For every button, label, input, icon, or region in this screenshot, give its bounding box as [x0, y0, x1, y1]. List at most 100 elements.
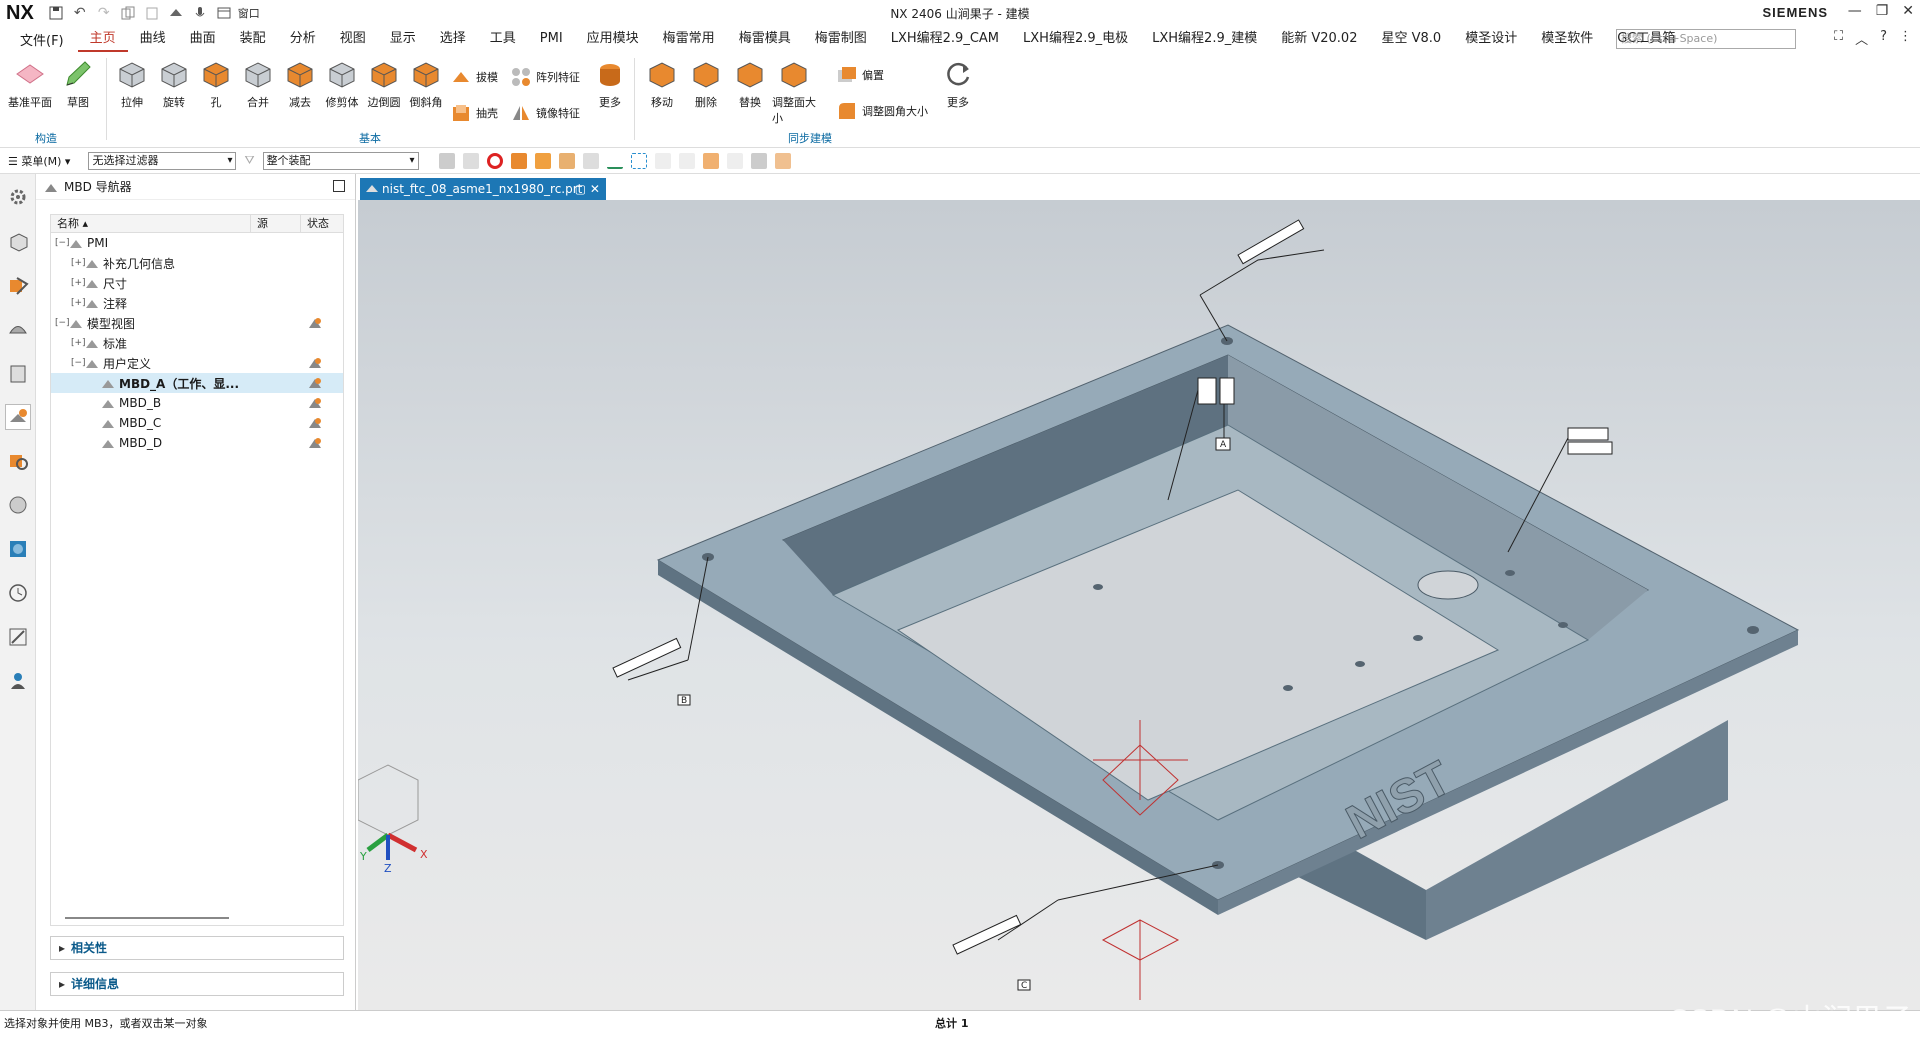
resize-face-button[interactable]: 调整面大小 — [772, 58, 816, 126]
menu-tab-6[interactable]: 显示 — [378, 26, 428, 52]
datum-plane-button[interactable]: 基准平面 — [8, 58, 52, 110]
filter-icon[interactable]: ⛛ — [244, 153, 254, 168]
move-face-button[interactable]: 移动 — [640, 58, 684, 110]
menu-tab-11[interactable]: 梅雷常用 — [651, 26, 727, 52]
close-icon[interactable]: ✕ — [1902, 3, 1914, 19]
tree-row[interactable]: [−] PMI — [51, 233, 343, 253]
expand-toggle-icon[interactable]: [+] — [71, 258, 86, 268]
menu-tab-4[interactable]: 分析 — [278, 26, 328, 52]
menu-tab-3[interactable]: 装配 — [228, 26, 278, 52]
snap-more-icon[interactable] — [726, 152, 743, 169]
menu-button[interactable]: ☰ 菜单(M) ▾ — [0, 153, 78, 169]
mbd-navigator-icon[interactable] — [4, 404, 31, 430]
expand-toggle-icon[interactable]: [−] — [71, 358, 86, 368]
palette-icon[interactable] — [5, 536, 31, 562]
draft-button[interactable]: 拔模 — [450, 66, 498, 88]
undo-icon[interactable]: ↶ — [70, 3, 90, 23]
selection-scope-dropdown[interactable]: 整个装配 — [262, 151, 419, 170]
snap-mid-icon[interactable] — [678, 152, 695, 169]
web-browser-icon[interactable] — [5, 492, 31, 518]
unite-button[interactable]: 合并 — [236, 58, 280, 110]
hole-button[interactable]: 孔 — [194, 58, 238, 110]
document-tab[interactable]: nist_ftc_08_asme1_nx1980_rc.prt ▢ ✕ — [360, 178, 606, 200]
sketch-button[interactable]: 草图 — [56, 58, 100, 110]
file-menu[interactable]: 文件(F) — [0, 30, 78, 49]
snap-point-icon[interactable] — [630, 152, 647, 169]
collapse-ribbon-icon[interactable]: ︿ — [1855, 29, 1868, 48]
select-icon[interactable] — [438, 152, 455, 169]
pattern-feature-button[interactable]: 阵列特征 — [510, 66, 580, 88]
extrude-button[interactable]: 拉伸 — [110, 58, 154, 110]
menu-tab-14[interactable]: LXH编程2.9_CAM — [879, 26, 1011, 52]
menu-tab-9[interactable]: PMI — [528, 26, 575, 52]
role-icon[interactable] — [5, 668, 31, 694]
body-filter-icon[interactable] — [558, 152, 575, 169]
component-filter-icon[interactable] — [582, 152, 599, 169]
window-icon[interactable] — [214, 3, 234, 23]
select-all-icon[interactable] — [462, 152, 479, 169]
save-icon[interactable] — [46, 3, 66, 23]
menu-tab-1[interactable]: 曲线 — [128, 26, 178, 52]
revolve-button[interactable]: 旋转 — [152, 58, 196, 110]
selection-filter-dropdown[interactable]: 无选择过滤器 — [88, 151, 237, 170]
menu-tab-20[interactable]: 模圣软件 — [1529, 26, 1605, 52]
window-menu-label[interactable]: 窗口 — [238, 5, 260, 21]
maximize-panel-icon[interactable] — [333, 180, 345, 192]
expand-toggle-icon[interactable]: [+] — [71, 338, 86, 348]
column-source[interactable]: 源 — [251, 215, 301, 232]
horizontal-scrollbar[interactable] — [65, 917, 229, 919]
sync-more-button[interactable]: 更多 — [936, 58, 980, 110]
expand-toggle-icon[interactable]: [+] — [71, 278, 86, 288]
paste-icon[interactable] — [142, 3, 162, 23]
details-panel[interactable]: 详细信息 — [50, 972, 344, 996]
trim-body-button[interactable]: 修剪体 — [320, 58, 364, 110]
graphics-window[interactable]: NIST A B C Y X Z — [357, 200, 1920, 1010]
menu-tab-18[interactable]: 星空 V8.0 — [1369, 26, 1453, 52]
more-icon[interactable]: ⋮ — [1899, 29, 1912, 48]
snap-icon[interactable] — [166, 3, 186, 23]
settings-gear-icon[interactable] — [5, 184, 31, 210]
snap-end-icon[interactable] — [654, 152, 671, 169]
replace-face-button[interactable]: 替换 — [728, 58, 772, 110]
basic-more-button[interactable]: 更多 — [588, 58, 632, 110]
menu-tab-16[interactable]: LXH编程2.9_建模 — [1140, 26, 1269, 52]
mic-icon[interactable] — [190, 3, 210, 23]
tree-row[interactable]: MBD_C — [51, 413, 343, 433]
process-studio-icon[interactable] — [5, 624, 31, 650]
constraint-navigator-icon[interactable] — [5, 272, 31, 298]
tree-row[interactable]: [+] 补充几何信息 — [51, 253, 343, 273]
fullscreen-icon[interactable]: ⛶ — [1834, 29, 1843, 48]
assembly-navigator-icon[interactable] — [5, 228, 31, 254]
menu-tab-10[interactable]: 应用模块 — [575, 26, 651, 52]
part-navigator-icon[interactable] — [5, 316, 31, 342]
tree-row[interactable]: [+] 尺寸 — [51, 273, 343, 293]
menu-tab-15[interactable]: LXH编程2.9_电极 — [1011, 26, 1140, 52]
menu-tab-19[interactable]: 模圣设计 — [1453, 26, 1529, 52]
snap-face-icon[interactable] — [702, 152, 719, 169]
expand-toggle-icon[interactable]: [−] — [55, 318, 70, 328]
minimize-icon[interactable]: — — [1848, 3, 1862, 19]
expand-toggle-icon[interactable]: [−] — [55, 238, 70, 248]
edge-blend-button[interactable]: 边倒圆 — [362, 58, 406, 110]
chamfer-button[interactable]: 倒斜角 — [404, 58, 448, 110]
tree-row[interactable]: MBD_A（工作、显... — [51, 373, 343, 393]
copy-icon[interactable] — [118, 3, 138, 23]
tree-row[interactable]: MBD_D — [51, 433, 343, 453]
face-filter-icon[interactable] — [534, 152, 551, 169]
redo-icon[interactable]: ↷ — [94, 3, 114, 23]
hd3d-tools-icon[interactable] — [5, 448, 31, 474]
tree-row[interactable]: [+] 标准 — [51, 333, 343, 353]
tree-row[interactable]: [−] 模型视图 — [51, 313, 343, 333]
menu-tab-8[interactable]: 工具 — [478, 26, 528, 52]
column-status[interactable]: 状态 — [301, 215, 343, 232]
menu-tab-0[interactable]: 主页 — [77, 26, 128, 52]
view-triad[interactable]: Y X Z — [357, 764, 428, 875]
restore-icon[interactable]: ❐ — [1876, 3, 1889, 19]
part-model[interactable]: NIST A B C Y X Z — [357, 200, 1920, 1010]
delete-face-button[interactable]: 删除 — [684, 58, 728, 110]
offset-button[interactable]: 偏置 — [836, 64, 884, 86]
tree-row[interactable]: [−] 用户定义 — [51, 353, 343, 373]
tree-row[interactable]: MBD_B — [51, 393, 343, 413]
mirror-feature-button[interactable]: 镜像特征 — [510, 102, 580, 124]
close-document-icon[interactable]: ▢ ✕ — [575, 178, 600, 200]
